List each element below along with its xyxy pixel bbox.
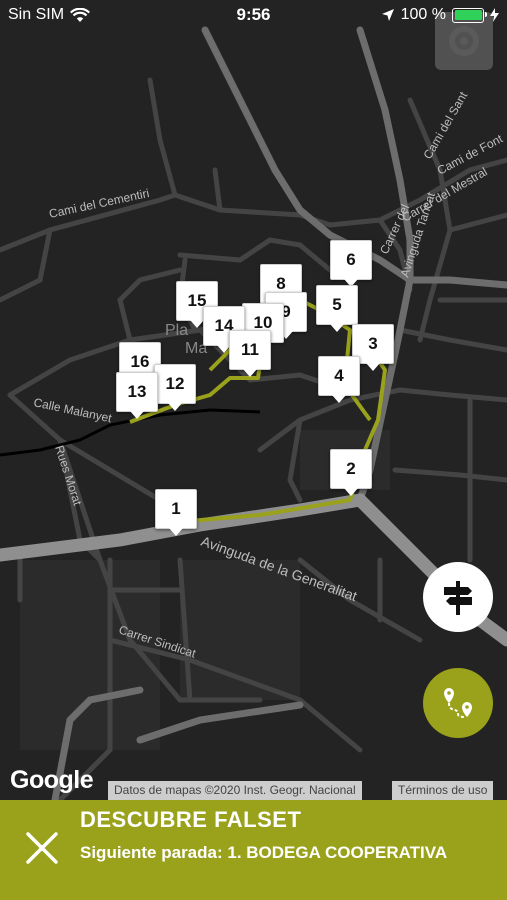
stop-pin-4[interactable]: 4 <box>318 356 360 403</box>
stop-pin-1[interactable]: 1 <box>155 489 197 536</box>
stop-pin-11[interactable]: 11 <box>229 330 271 377</box>
battery-percent: 100 % <box>400 6 446 23</box>
plaza-label-1: Pla <box>165 322 188 339</box>
status-bar: Sin SIM 9:56 100 % <box>0 0 507 30</box>
route-icon <box>444 688 472 718</box>
battery-icon <box>452 7 487 23</box>
close-icon[interactable] <box>22 828 62 868</box>
terms-link[interactable]: Términos de uso <box>392 781 494 800</box>
route-button[interactable] <box>423 668 493 738</box>
tour-title: DESCUBRE FALSET <box>80 807 302 832</box>
stop-pin-12[interactable]: 12 <box>154 364 196 411</box>
bottom-bar: DESCUBRE FALSET Siguiente parada: 1. BOD… <box>0 800 507 900</box>
stop-pin-6[interactable]: 6 <box>330 240 372 287</box>
location-arrow-icon <box>381 9 394 21</box>
stop-pin-13[interactable]: 13 <box>116 372 158 419</box>
map-attribution[interactable]: Datos de mapas ©2020 Inst. Geogr. Nacion… <box>108 781 362 800</box>
signpost-button[interactable] <box>423 562 493 632</box>
stop-pin-2[interactable]: 2 <box>330 449 372 496</box>
signpost-icon <box>444 581 472 615</box>
next-stop-label: Siguiente parada: 1. BODEGA COOPERATIVA <box>80 843 448 862</box>
status-right: 100 % <box>381 6 499 24</box>
charging-icon <box>490 8 499 22</box>
google-logo: Google <box>10 766 94 794</box>
stop-pin-5[interactable]: 5 <box>316 285 358 332</box>
